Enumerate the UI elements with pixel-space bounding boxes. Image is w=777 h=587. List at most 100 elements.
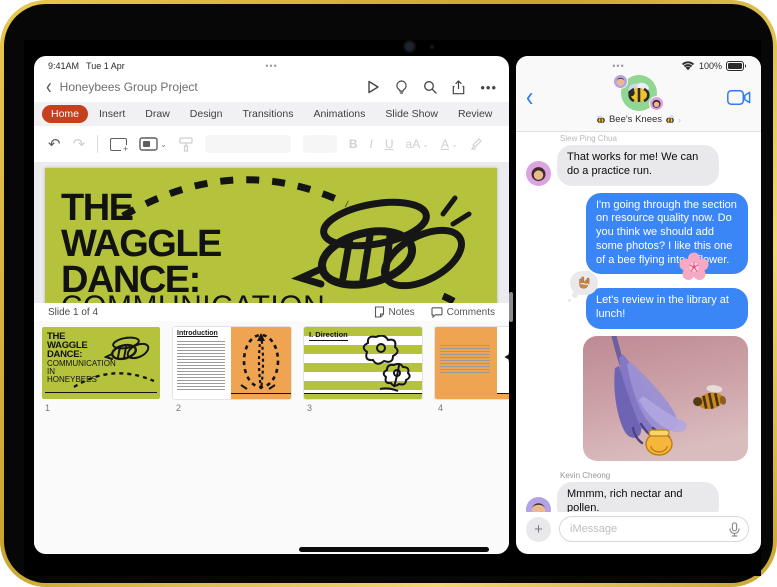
slide-canvas: THE WAGGLE DANCE: COMMUNICATION IN HONEY… — [34, 162, 509, 303]
chevron-right-icon: › — [678, 114, 682, 125]
conversation-header: ‹ Bee's Knees › — [516, 72, 761, 132]
slide-1[interactable]: THE WAGGLE DANCE: COMMUNICATION IN HONEY… — [45, 168, 497, 303]
add-attachment-button[interactable]: + — [526, 516, 551, 542]
thumbnail-text-lines — [440, 345, 490, 375]
home-indicator[interactable] — [299, 547, 489, 552]
sender-label: Kevin Cheong — [560, 470, 611, 480]
message-row-sent: I'm going through the section on resourc… — [516, 192, 761, 281]
group-avatar-cluster[interactable] — [612, 74, 665, 114]
slide-subtitle[interactable]: COMMUNICATION IN HONEYBEES — [61, 292, 325, 304]
back-icon[interactable]: ‹ — [46, 75, 52, 97]
bee-icon — [666, 115, 674, 124]
thumbnail-4-number: 4 — [438, 403, 444, 413]
ipad-device: 9:41AM Tue 1 Apr ••• ‹ Honeybees Group P… — [0, 0, 777, 587]
front-camera — [405, 42, 414, 51]
ribbon-tab-bar: Home Insert Draw Design Transitions Anim… — [34, 102, 509, 126]
slide-position: Slide 1 of 4 — [48, 306, 99, 318]
message-row-received: Mmmm, rich nectar and pollen. — [516, 481, 761, 512]
quick-toolbar: ↶ ↷ + ⌄ B I U aA ⌄ A ⌄ — [34, 126, 509, 162]
italic-button[interactable]: I — [370, 137, 373, 151]
thumbnail-1-wrap: THE WAGGLE DANCE: COMMUNICATION IN HONEY… — [42, 327, 160, 554]
message-bubble[interactable]: I'm going through the section on resourc… — [586, 192, 748, 275]
slide-thumbnail-3[interactable]: I. Direction — [304, 327, 422, 399]
tab-view[interactable]: View — [503, 105, 509, 123]
left-status-bar: 9:41AM Tue 1 Apr ••• — [34, 56, 509, 72]
font-color-button[interactable]: A ⌄ — [441, 137, 458, 151]
imessage-input[interactable]: iMessage — [559, 516, 749, 542]
powerpoint-title-row: ‹ Honeybees Group Project ••• — [34, 72, 509, 102]
comments-button[interactable]: Comments — [431, 307, 495, 318]
thumbnail-3-number: 3 — [307, 403, 313, 413]
font-name-field[interactable] — [204, 135, 291, 153]
thumbnail-1-number: 1 — [45, 403, 51, 413]
slide-title[interactable]: THE WAGGLE DANCE: — [61, 189, 222, 299]
tab-review[interactable]: Review — [449, 105, 501, 123]
bold-button[interactable]: B — [349, 137, 358, 151]
slide-layout-icon[interactable]: ⌄ — [139, 137, 167, 151]
photo-attachment-bee-flower[interactable] — [583, 335, 748, 461]
tab-animations[interactable]: Animations — [304, 105, 374, 123]
designer-lightbulb-icon[interactable] — [395, 79, 408, 95]
slide-thumbnail-4[interactable] — [435, 327, 509, 399]
group-name: Bee's Knees — [608, 114, 663, 125]
search-icon[interactable] — [423, 80, 437, 94]
text-case-button[interactable]: aA ⌄ — [406, 137, 429, 151]
message-composer: + iMessage — [516, 512, 761, 554]
microphone-icon[interactable] — [729, 521, 740, 537]
share-icon[interactable] — [452, 79, 465, 95]
memoji-man-icon — [616, 77, 624, 86]
underline-button[interactable]: U — [385, 137, 394, 151]
mini-dash-doodle — [73, 372, 155, 389]
message-bubble[interactable]: Mmmm, rich nectar and pollen. — [557, 481, 719, 512]
ipad-bezel: 9:41AM Tue 1 Apr ••• ‹ Honeybees Group P… — [4, 4, 773, 583]
tapback-love-you-gesture[interactable] — [568, 271, 598, 303]
more-icon[interactable]: ••• — [480, 80, 497, 95]
thumbnail-text-lines — [177, 341, 225, 391]
right-status-bar: ••• 100% — [516, 56, 761, 72]
tab-draw[interactable]: Draw — [136, 105, 179, 123]
facetime-video-icon[interactable] — [727, 90, 751, 105]
tab-slideshow[interactable]: Slide Show — [376, 105, 447, 123]
highlighter-icon[interactable] — [470, 137, 483, 151]
format-painter-icon[interactable] — [179, 136, 193, 152]
messages-window: ••• 100% ‹ Bee's Knees › Siew Ping Chua … — [516, 56, 761, 554]
slide-filmstrip: THE WAGGLE DANCE: COMMUNICATION IN HONEY… — [34, 321, 509, 554]
window-drag-handle[interactable]: ••• — [516, 61, 761, 71]
back-icon[interactable]: ‹ — [526, 83, 533, 111]
window-drag-handle[interactable]: ••• — [34, 61, 509, 71]
conversation-transcript: Siew Ping Chua That works for me! We can… — [516, 132, 761, 512]
document-title[interactable]: Honeybees Group Project — [60, 80, 198, 94]
tab-insert[interactable]: Insert — [90, 105, 134, 123]
thumbnail-4-wrap: 4 — [435, 327, 509, 554]
group-name-row[interactable]: Bee's Knees › — [516, 114, 761, 125]
message-bubble[interactable]: That works for me! We can do a practice … — [557, 145, 719, 186]
message-bubble[interactable]: Let's review in the library at lunch! — [586, 288, 748, 329]
notes-button[interactable]: Notes — [374, 306, 415, 318]
split-view-divider[interactable] — [509, 292, 513, 322]
sender-label: Siew Ping Chua — [560, 134, 617, 143]
memoji-woman-icon — [531, 166, 546, 181]
flower-doodles — [362, 335, 411, 392]
slide-status-row: Slide 1 of 4 Notes Comments — [34, 303, 509, 321]
slide-thumbnail-1[interactable]: THE WAGGLE DANCE: COMMUNICATION IN HONEY… — [42, 327, 160, 399]
notes-icon — [374, 306, 384, 318]
tab-design[interactable]: Design — [181, 105, 232, 123]
camera-sensor-dot — [430, 45, 434, 49]
undo-icon[interactable]: ↶ — [48, 137, 61, 152]
slide-thumbnail-2[interactable]: Introduction — [173, 327, 291, 399]
member-avatar-kevin — [612, 74, 628, 89]
tab-transitions[interactable]: Transitions — [233, 105, 302, 123]
avatar-siew[interactable] — [526, 160, 551, 186]
mini-bee-doodle — [104, 336, 150, 361]
thumbnail-3-wrap: I. Direction 3 — [304, 327, 422, 554]
honey-pot-sticker — [645, 429, 673, 456]
font-size-field[interactable] — [302, 135, 337, 153]
thumbnail-2-number: 2 — [176, 403, 182, 413]
screen: 9:41AM Tue 1 Apr ••• ‹ Honeybees Group P… — [24, 40, 761, 576]
cherry-blossom-sticker[interactable] — [678, 251, 710, 283]
new-slide-icon[interactable]: + — [110, 137, 131, 154]
avatar-kevin[interactable] — [526, 497, 551, 512]
redo-icon[interactable]: ↷ — [73, 137, 86, 152]
present-icon[interactable] — [366, 80, 380, 94]
tab-home[interactable]: Home — [42, 105, 89, 123]
